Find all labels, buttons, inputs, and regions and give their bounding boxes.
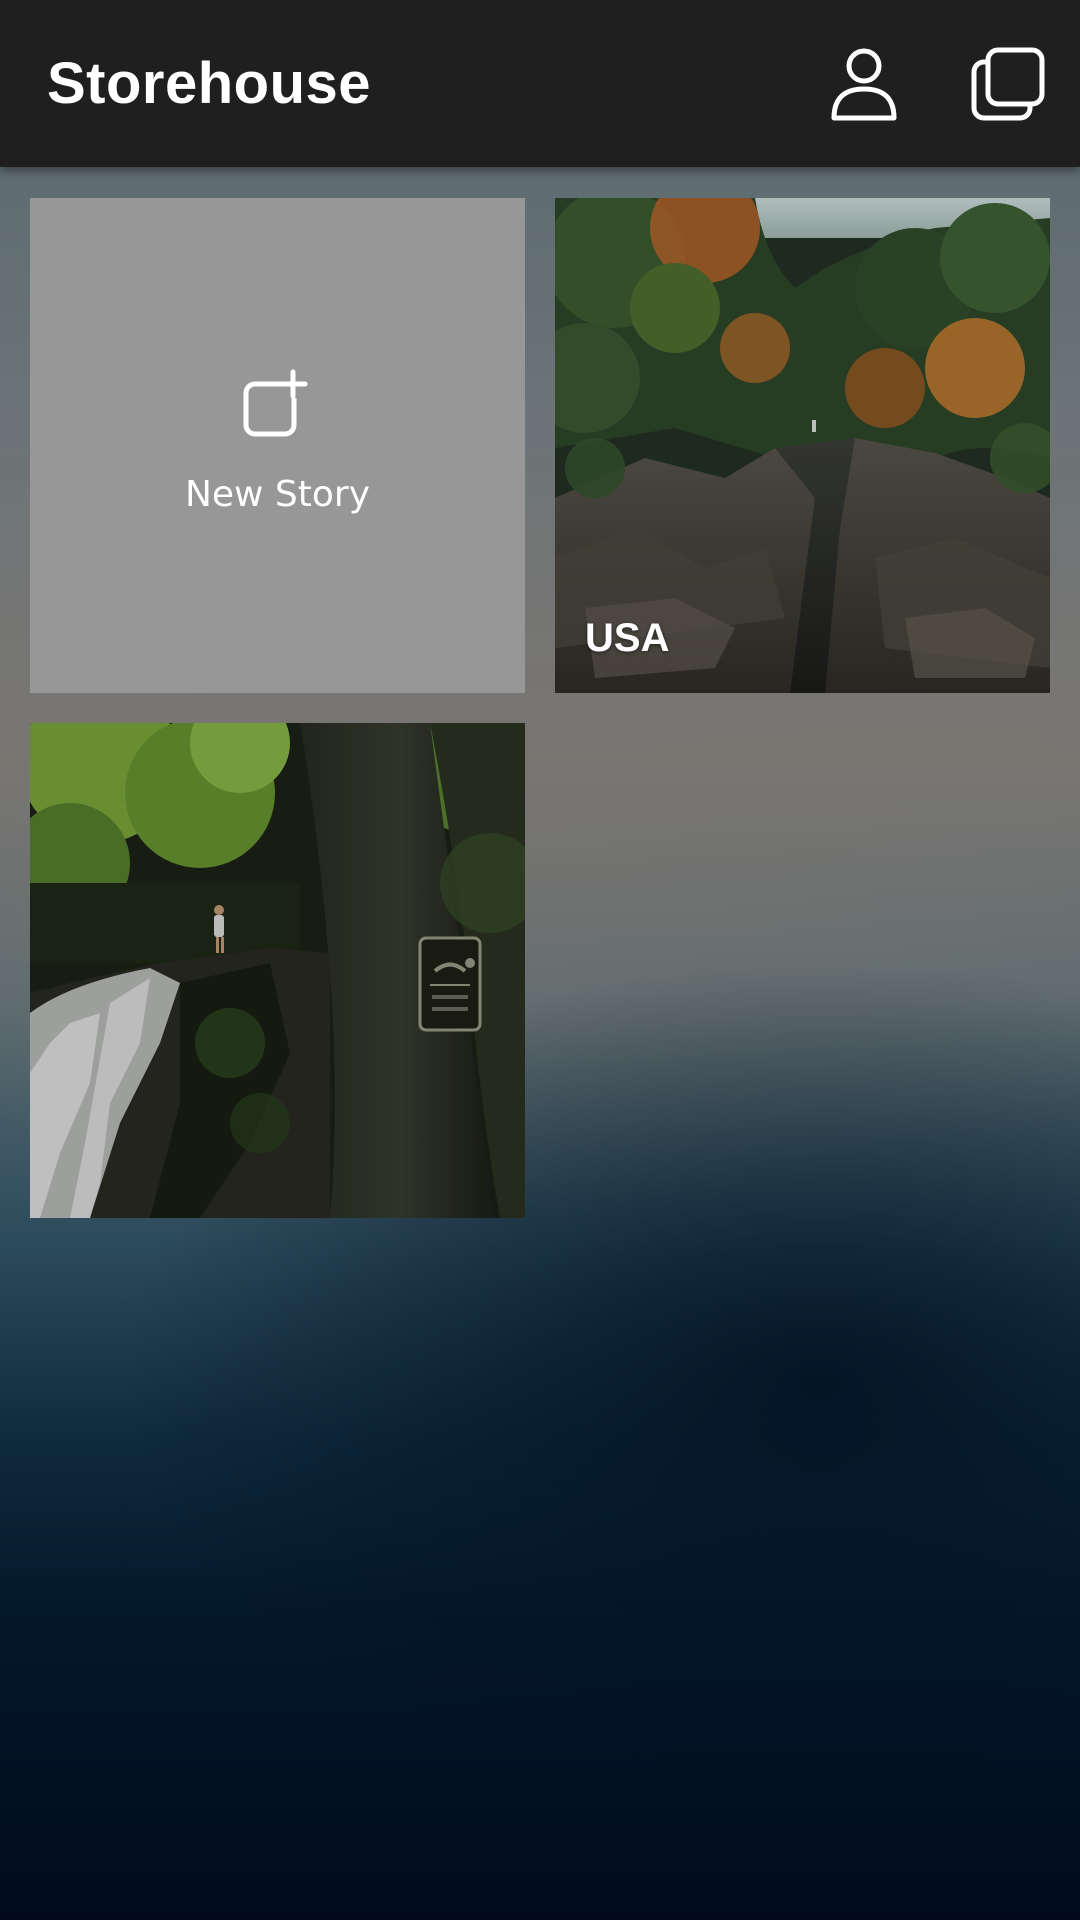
stacked-squares-icon	[971, 47, 1045, 121]
story-tile[interactable]: USA	[555, 198, 1050, 693]
new-story-label: New Story	[184, 474, 371, 515]
person-icon	[831, 48, 897, 121]
app-bar: Storehouse	[0, 0, 1080, 167]
app-title: Storehouse	[47, 51, 372, 116]
profile-button[interactable]	[824, 44, 904, 124]
add-square-icon	[240, 368, 314, 442]
new-story-tile[interactable]: New Story	[30, 198, 525, 693]
story-tile[interactable]	[30, 723, 525, 1218]
story-cover-image	[30, 723, 525, 1218]
story-title: USA	[585, 616, 670, 660]
stories-button[interactable]	[968, 44, 1048, 124]
